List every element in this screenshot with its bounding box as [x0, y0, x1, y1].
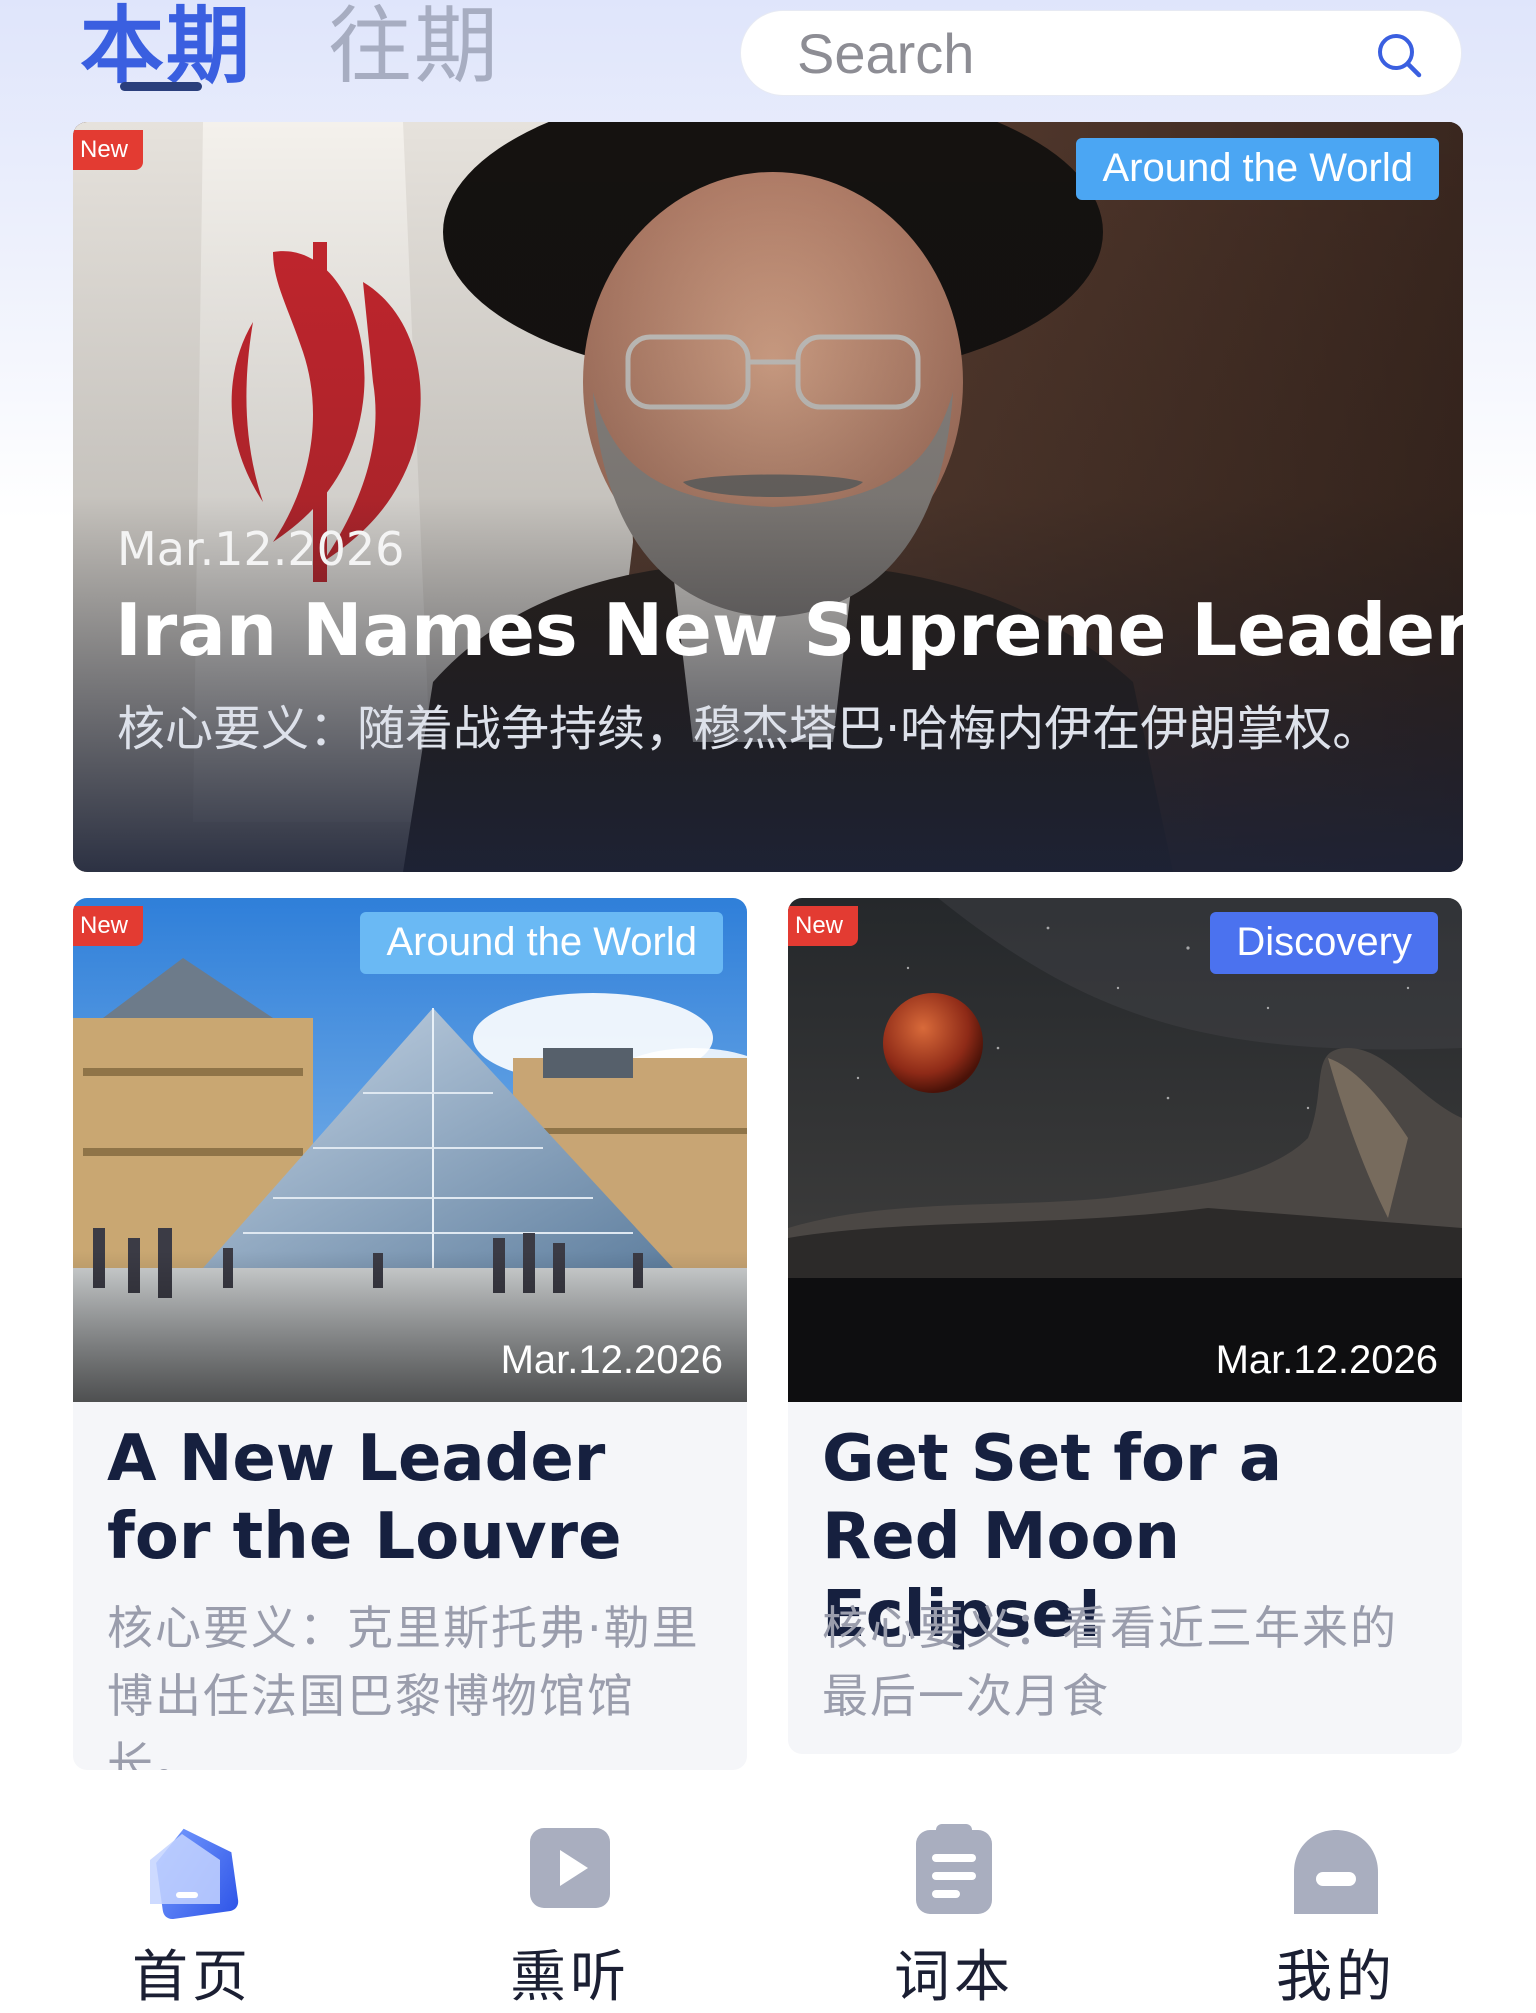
new-badge: New: [73, 130, 144, 170]
article-card-moon-eclipse[interactable]: New Discovery Mar.12.2026 Get Set for a …: [788, 898, 1462, 1754]
category-badge: Discovery: [1210, 912, 1438, 974]
category-badge: Around the World: [1076, 138, 1439, 200]
article-summary: 核心要义：随着战争持续，穆杰塔巴·哈梅内伊在伊朗掌权。: [117, 701, 1381, 757]
nav-label-listen: 熏听: [510, 1945, 630, 2010]
tab-past-issues[interactable]: 往期: [328, 0, 500, 96]
featured-article-card[interactable]: New Around the World Mar.12.2026 Iran Na…: [73, 122, 1463, 872]
play-icon: [530, 1828, 610, 1908]
new-badge: New: [73, 906, 144, 946]
category-badge: Around the World: [360, 912, 723, 974]
article-date: Mar.12.2026: [117, 522, 405, 576]
new-badge: New: [788, 906, 859, 946]
nav-item-listen[interactable]: 熏听: [460, 1820, 680, 2010]
tab-current-issue-label: 本期: [80, 0, 253, 95]
notebook-icon: [916, 1824, 992, 1914]
article-date: Mar.12.2026: [500, 1338, 723, 1382]
search-bar[interactable]: [740, 10, 1462, 96]
profile-icon: [1294, 1830, 1378, 1914]
article-summary: 核心要义：克里斯托弗·勒里博出任法国巴黎博物馆馆长。: [107, 1601, 700, 1770]
nav-label-home: 首页: [132, 1945, 252, 2010]
article-card-louvre[interactable]: New Around the World Mar.12.2026 A New L…: [73, 898, 747, 1770]
article-title: Iran Names New Supreme Leader: [115, 588, 1463, 672]
article-summary: 核心要义：看看近三年来的最后一次月食: [822, 1601, 1398, 1723]
active-tab-indicator: [120, 82, 202, 91]
nav-item-wordbook[interactable]: 词本: [844, 1820, 1064, 2010]
search-input[interactable]: [797, 21, 1357, 85]
home-icon: [150, 1828, 239, 1920]
nav-item-home[interactable]: 首页: [82, 1820, 302, 2010]
article-date: Mar.12.2026: [1215, 1338, 1438, 1382]
nav-label-wordbook: 词本: [894, 1945, 1014, 2010]
nav-label-profile: 我的: [1276, 1945, 1396, 2010]
tab-current-issue[interactable]: 本期: [80, 0, 252, 96]
bottom-navigation: 首页 熏听 词本 我的: [0, 1770, 1536, 2013]
article-title: A New Leader for the Louvre: [107, 1422, 622, 1574]
tab-past-issues-label: 往期: [328, 0, 501, 95]
nav-item-profile[interactable]: 我的: [1226, 1820, 1446, 2010]
search-icon[interactable]: [1375, 31, 1423, 79]
top-header: 本期 往期: [0, 0, 1536, 110]
